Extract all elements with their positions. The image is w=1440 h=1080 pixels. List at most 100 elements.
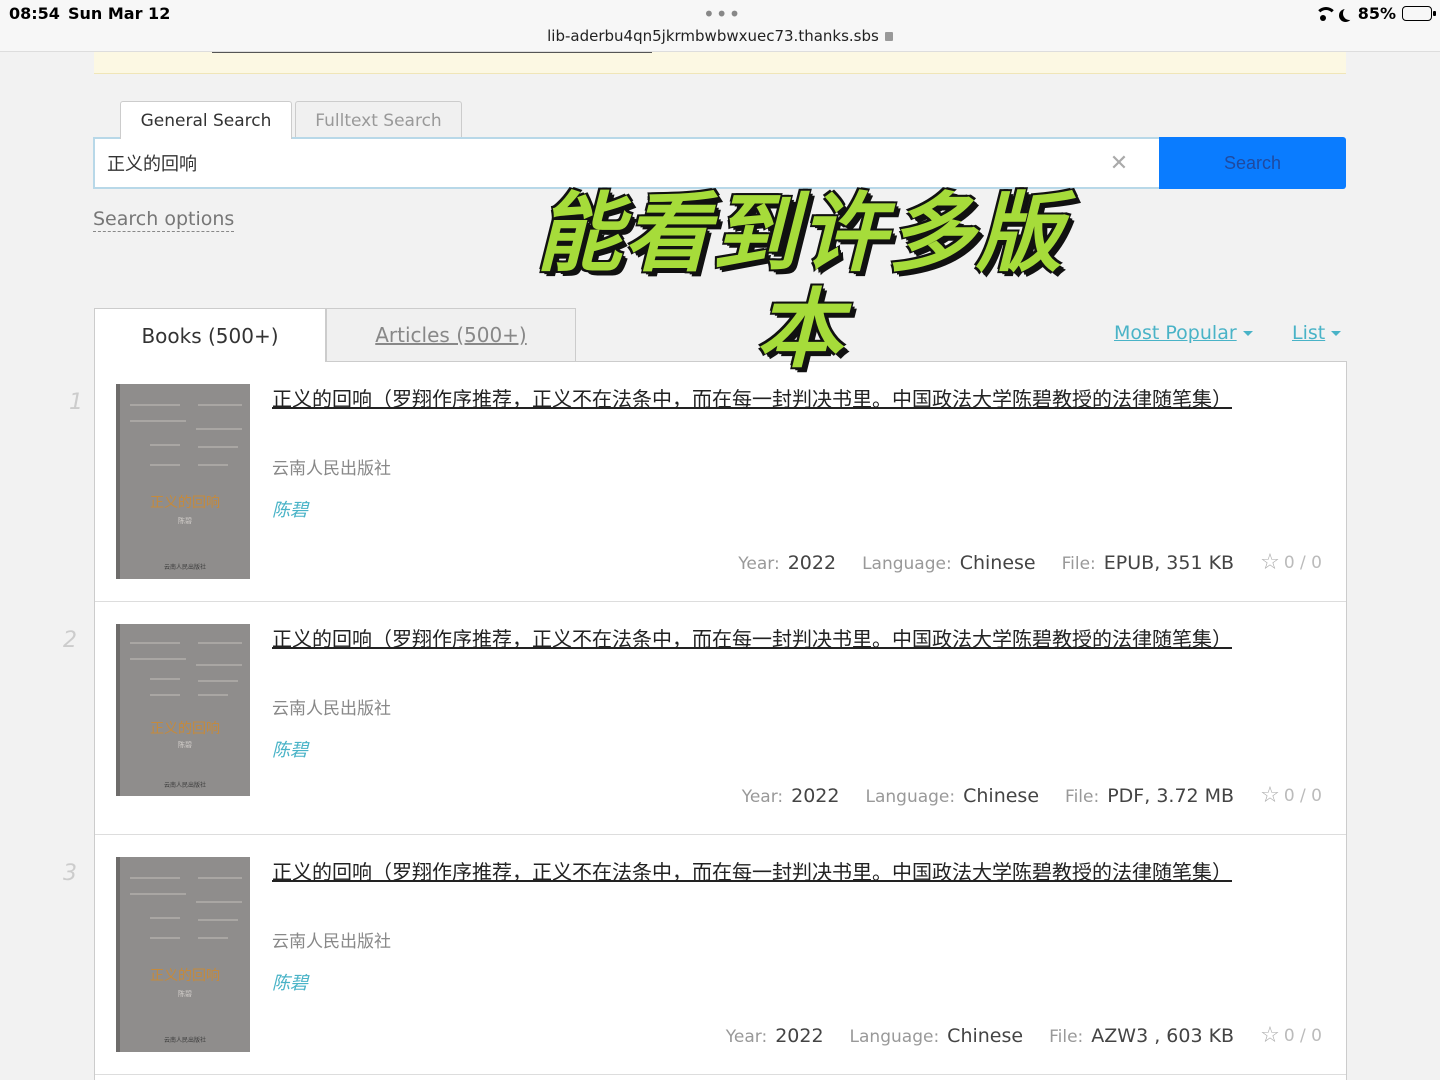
chevron-down-icon	[1331, 331, 1342, 336]
rating[interactable]: ☆ 0 / 0	[1260, 785, 1322, 807]
cover-text-line	[130, 877, 180, 879]
star-icon: ☆	[1260, 1023, 1280, 1048]
search-input[interactable]	[107, 152, 1097, 174]
book-cover[interactable]: 正义的回响 陈碧 云南人民出版社	[116, 624, 250, 796]
cover-text-line	[198, 680, 238, 682]
language-label: Language:	[865, 787, 956, 807]
status-bar: 08:54 Sun Mar 12 ••• lib-aderbu4qn5jkrmb…	[0, 0, 1440, 52]
status-icons: 85%	[1313, 4, 1436, 23]
author-link[interactable]: 陈碧	[272, 969, 308, 995]
cover-author: 陈碧	[178, 517, 192, 525]
year-value: 2022	[787, 552, 837, 574]
rating-value: 0 / 0	[1283, 1026, 1322, 1046]
file-label: File:	[1049, 1027, 1084, 1047]
url-text: lib-aderbu4qn5jkrmbwbwxuec73.thanks.sbs	[547, 27, 879, 45]
search-box: ✕	[93, 137, 1159, 189]
cover-author: 陈碧	[178, 990, 192, 998]
cover-author: 陈碧	[178, 741, 192, 749]
cover-title: 正义的回响	[150, 968, 220, 984]
file-value: PDF, 3.72 MB	[1107, 785, 1235, 807]
cover-text-line	[198, 642, 242, 644]
moon-icon	[1343, 7, 1356, 20]
star-icon: ☆	[1260, 783, 1280, 808]
tab-books[interactable]: Books (500+)	[94, 308, 326, 362]
row-number: 1	[69, 390, 83, 415]
overlay-caption-line1: 能看到许多版	[536, 184, 1064, 284]
rating[interactable]: ☆ 0 / 0	[1260, 1025, 1322, 1047]
year-label: Year:	[741, 787, 784, 807]
cover-title: 正义的回响	[150, 495, 220, 511]
year-label: Year:	[725, 1027, 768, 1047]
tab-general-search[interactable]: General Search	[120, 101, 292, 139]
cover-text-line	[198, 464, 228, 466]
clear-icon[interactable]: ✕	[1097, 151, 1141, 176]
tab-fulltext-search[interactable]: Fulltext Search	[295, 101, 462, 139]
author-link[interactable]: 陈碧	[272, 496, 308, 522]
result-row: 2 正义的回响 陈碧 云南人民出版社 正义的回响（罗翔作序推荐，正义不在法条中，…	[63, 602, 1346, 835]
cover-text-line	[198, 446, 238, 448]
language-value: Chinese	[963, 785, 1040, 807]
view-dropdown[interactable]: List	[1292, 322, 1342, 344]
cover-text-line	[198, 937, 228, 939]
overlay-caption-line2: 本	[756, 280, 844, 380]
book-cover[interactable]: 正义的回响 陈碧 云南人民出版社	[116, 384, 250, 579]
book-meta: Year: 2022 Language: Chinese File: EPUB,…	[738, 552, 1322, 575]
status-time: 08:54	[9, 4, 60, 23]
multitask-dots-icon[interactable]: •••	[703, 2, 741, 26]
rating[interactable]: ☆ 0 / 0	[1260, 552, 1322, 574]
address-bar[interactable]: lib-aderbu4qn5jkrmbwbwxuec73.thanks.sbs	[0, 27, 1440, 45]
row-number: 3	[63, 861, 77, 886]
cover-title: 正义的回响	[150, 721, 220, 737]
cover-text-line	[130, 404, 180, 406]
search-button[interactable]: Search	[1159, 137, 1346, 189]
cover-text-line	[196, 428, 242, 430]
book-cover[interactable]: 正义的回响 陈碧 云南人民出版社	[116, 857, 250, 1052]
results-list: 1 正义的回响 陈碧 云南人民出版社 正义的回响（罗翔作序推荐，正义不在法条中，…	[63, 361, 1347, 1080]
search-options-link[interactable]: Search options	[93, 208, 235, 232]
cover-text-line	[150, 444, 180, 446]
file-label: File:	[1065, 787, 1100, 807]
chevron-down-icon	[1242, 331, 1253, 336]
sort-label: Most Popular	[1114, 322, 1237, 344]
star-icon: ☆	[1260, 550, 1280, 575]
language-label: Language:	[862, 554, 952, 574]
cover-publisher: 云南人民出版社	[163, 782, 206, 789]
cover-text-line	[150, 694, 180, 696]
cover-text-line	[130, 420, 186, 422]
book-title-link[interactable]: 正义的回响（罗翔作序推荐，正义不在法条中，而在每一封判决书里。中国政法大学陈碧教…	[272, 383, 1232, 416]
rating-value: 0 / 0	[1283, 553, 1322, 573]
result-row: 1 正义的回响 陈碧 云南人民出版社 正义的回响（罗翔作序推荐，正义不在法条中，…	[69, 362, 1346, 602]
battery-percent: 85%	[1357, 4, 1396, 23]
publisher: 云南人民出版社	[272, 932, 391, 952]
status-date: Sun Mar 12	[68, 4, 171, 23]
cover-text-line	[198, 919, 238, 921]
overlay-caption: 能看到许多版 本	[500, 186, 1100, 378]
cover-text-line	[130, 658, 186, 660]
cover-publisher: 云南人民出版社	[163, 564, 206, 571]
language-label: Language:	[849, 1027, 940, 1047]
publisher: 云南人民出版社	[272, 699, 391, 719]
book-title-link[interactable]: 正义的回响（罗翔作序推荐，正义不在法条中，而在每一封判决书里。中国政法大学陈碧教…	[272, 623, 1232, 656]
cover-text-line	[150, 937, 180, 939]
sort-dropdown[interactable]: Most Popular	[1114, 322, 1253, 344]
language-value: Chinese	[959, 552, 1036, 574]
rating-value: 0 / 0	[1283, 786, 1322, 806]
file-label: File:	[1061, 554, 1096, 574]
cover-text-line	[198, 694, 228, 696]
book-title-link[interactable]: 正义的回响（罗翔作序推荐，正义不在法条中，而在每一封判决书里。中国政法大学陈碧教…	[272, 856, 1232, 889]
cover-publisher: 云南人民出版社	[163, 1037, 206, 1044]
notice-link-underline	[212, 52, 652, 53]
battery-icon	[1402, 6, 1436, 21]
cover-text-line	[150, 464, 180, 466]
book-meta: Year: 2022 Language: Chinese File: PDF, …	[741, 785, 1322, 808]
lock-icon	[884, 32, 893, 41]
author-link[interactable]: 陈碧	[272, 736, 308, 762]
language-value: Chinese	[947, 1025, 1024, 1047]
cover-text-line	[198, 877, 242, 879]
file-value: EPUB, 351 KB	[1103, 552, 1235, 574]
row-number: 2	[63, 628, 77, 653]
year-value: 2022	[791, 785, 840, 807]
cover-text-line	[198, 404, 242, 406]
cover-text-line	[150, 917, 180, 919]
publisher: 云南人民出版社	[272, 459, 391, 479]
